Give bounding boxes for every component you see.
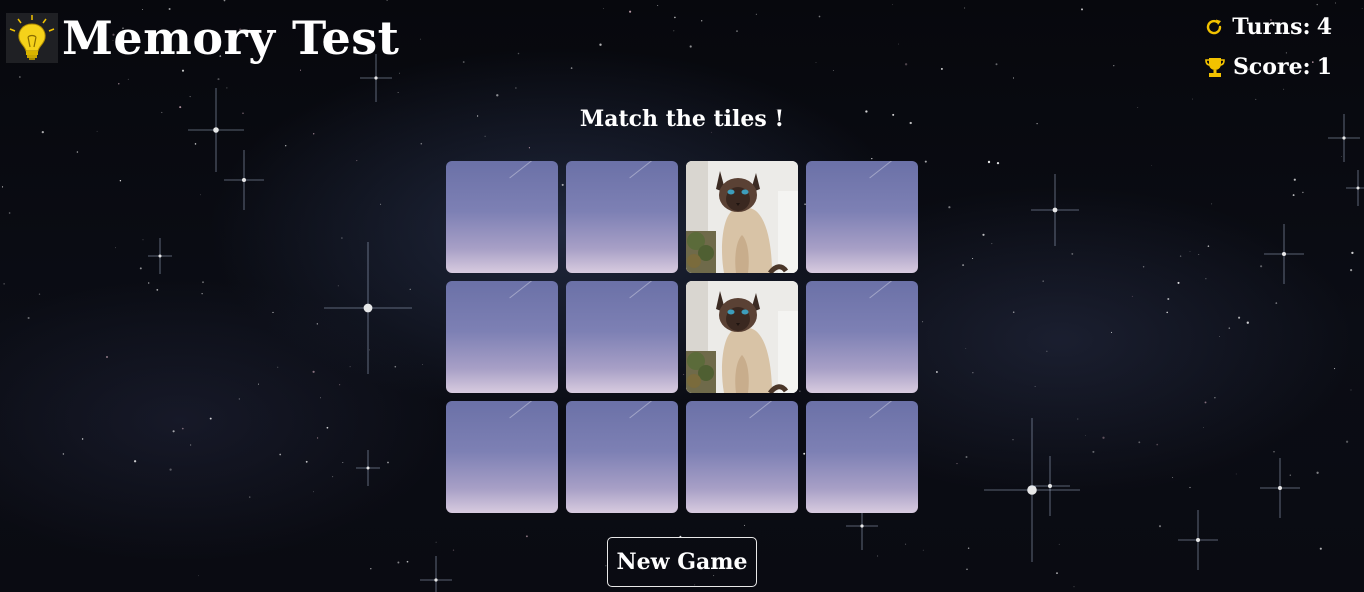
cat-image <box>686 281 798 393</box>
tile-hidden[interactable] <box>806 281 918 393</box>
tile-grid <box>446 161 918 513</box>
lightbulb-icon <box>6 13 58 63</box>
new-game-button[interactable]: New Game <box>607 537 757 587</box>
tile-hidden[interactable] <box>686 401 798 513</box>
tile-hidden[interactable] <box>806 401 918 513</box>
turns-value: 4 <box>1316 14 1332 40</box>
instruction-text: Match the tiles ! <box>579 106 785 132</box>
tile-hidden[interactable] <box>446 281 558 393</box>
score-counter: Score: 1 <box>1205 54 1332 80</box>
turns-label: Turns: <box>1232 14 1311 40</box>
tile-hidden[interactable] <box>566 281 678 393</box>
tile-hidden[interactable] <box>806 161 918 273</box>
page-title: Memory Test <box>62 11 400 65</box>
tile-hidden[interactable] <box>566 401 678 513</box>
tile-revealed[interactable] <box>686 281 798 393</box>
tile-hidden[interactable] <box>446 161 558 273</box>
score-value: 1 <box>1316 54 1332 80</box>
refresh-icon <box>1207 19 1222 35</box>
turns-counter: Turns: 4 <box>1204 14 1332 40</box>
trophy-icon <box>1205 58 1225 77</box>
tile-hidden[interactable] <box>446 401 558 513</box>
cat-image <box>686 161 798 273</box>
tile-revealed[interactable] <box>686 161 798 273</box>
tile-hidden[interactable] <box>566 161 678 273</box>
score-label: Score: <box>1233 54 1311 80</box>
